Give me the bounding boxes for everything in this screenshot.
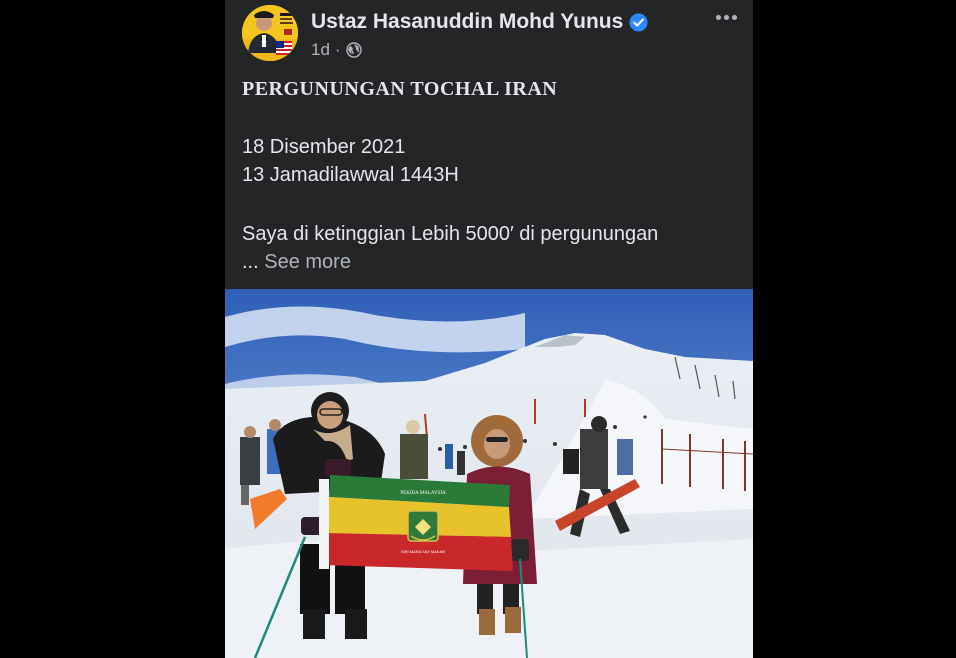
author-name[interactable]: Ustaz Hasanuddin Mohd Yunus [311,10,623,34]
post-headline: PERGUNUNGAN TOCHAL IRAN [242,78,558,100]
meta-separator: · [334,40,341,59]
post-time[interactable]: 1d [311,40,330,60]
dot [731,14,737,20]
globe-icon [345,42,362,58]
ellipsis: ... [242,251,259,273]
post-meta: 1d · [311,40,362,60]
avatar[interactable] [242,5,298,61]
verified-badge-icon [629,12,648,32]
author-name-row: Ustaz Hasanuddin Mohd Yunus [311,10,648,34]
post-body-line: Saya di ketinggian Lebih 5000′ di pergun… [242,223,659,245]
post-hijri-line: 13 Jamadilawwal 1443H [242,164,459,186]
dot [715,14,721,20]
flag-text-bottom: SIRI MARA SAY MAKAN [401,549,445,554]
post-date-line: 18 Disember 2021 [242,136,406,158]
post-header: Ustaz Hasanuddin Mohd Yunus 1d · [225,0,753,70]
flag-text-top: PEKIDA MALAYSIA [400,491,446,496]
post-photo[interactable]: PEKIDA MALAYSIA SIRI MARA SAY MAKAN [225,289,753,658]
screen: Ustaz Hasanuddin Mohd Yunus 1d · PERGUNU… [0,0,956,658]
dot [723,14,729,20]
see-more-row: ... See more [242,248,742,276]
flag: PEKIDA MALAYSIA SIRI MARA SAY MAKAN [319,475,513,571]
photo-canvas: PEKIDA MALAYSIA SIRI MARA SAY MAKAN [225,289,753,658]
see-more-link[interactable]: See more [264,251,351,273]
post-text: PERGUNUNGAN TOCHAL IRAN 18 Disember 2021… [242,76,742,276]
facebook-post: Ustaz Hasanuddin Mohd Yunus 1d · PERGUNU… [225,0,753,658]
more-options-icon[interactable] [711,6,741,28]
